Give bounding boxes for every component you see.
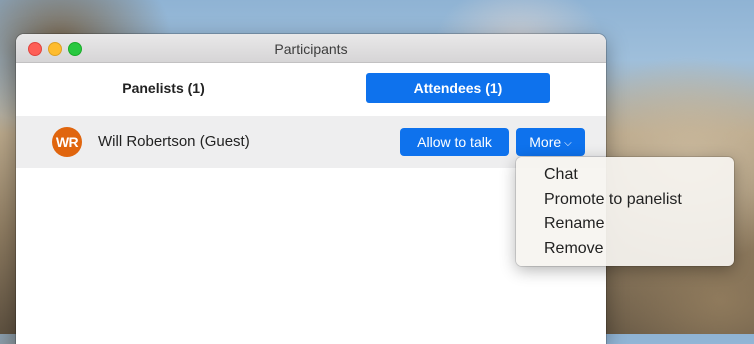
menu-item-promote-to-panelist[interactable]: Promote to panelist [516,188,734,213]
allow-to-talk-button[interactable]: Allow to talk [400,128,509,156]
title-bar[interactable]: Participants [16,34,606,63]
more-button-label: More [529,134,562,150]
more-menu: Chat Promote to panelist Rename Remove [516,157,734,266]
window-title: Participants [274,41,348,57]
menu-item-remove[interactable]: Remove [516,237,734,262]
tab-panelists[interactable]: Panelists (1) [71,73,256,103]
more-button[interactable]: More ⌵ [516,128,585,156]
menu-item-rename[interactable]: Rename [516,212,734,237]
attendee-name: Will Robertson (Guest) [98,133,250,150]
avatar: WR [52,127,82,157]
chevron-down-icon: ⌵ [564,138,572,149]
participant-tabs: Panelists (1) Attendees (1) [16,63,606,115]
menu-item-chat[interactable]: Chat [516,163,734,188]
tab-attendees[interactable]: Attendees (1) [366,73,550,103]
